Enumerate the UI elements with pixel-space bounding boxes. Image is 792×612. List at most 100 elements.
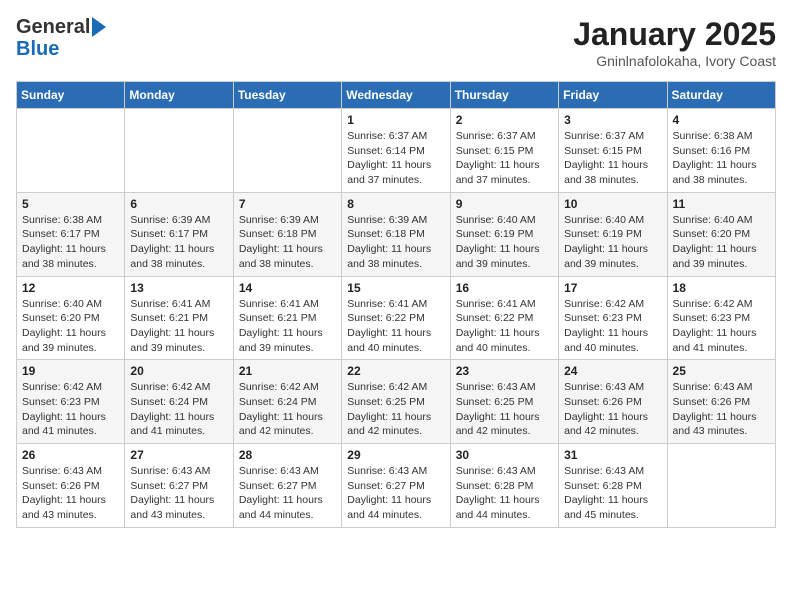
calendar-week-row: 5 Sunrise: 6:38 AMSunset: 6:17 PMDaylight… bbox=[17, 192, 776, 276]
calendar-day-header: Wednesday bbox=[342, 82, 450, 109]
day-info: Sunrise: 6:39 AMSunset: 6:18 PMDaylight:… bbox=[239, 213, 336, 272]
calendar-week-row: 12 Sunrise: 6:40 AMSunset: 6:20 PMDayligh… bbox=[17, 276, 776, 360]
calendar-cell: 11 Sunrise: 6:40 AMSunset: 6:20 PMDayligh… bbox=[667, 192, 775, 276]
calendar-week-row: 26Sunrise: 6:43 AMSunset: 6:26 PMDayligh… bbox=[17, 444, 776, 528]
day-info: Sunrise: 6:42 AMSunset: 6:23 PMDaylight:… bbox=[564, 297, 661, 356]
day-number: 1 bbox=[347, 113, 444, 127]
day-info: Sunrise: 6:43 AMSunset: 6:27 PMDaylight:… bbox=[239, 464, 336, 523]
location-text: Gninlnafolokaha, Ivory Coast bbox=[573, 53, 776, 69]
day-info: Sunrise: 6:43 AMSunset: 6:28 PMDaylight:… bbox=[456, 464, 553, 523]
day-number: 20 bbox=[130, 364, 227, 378]
calendar-cell: 14Sunrise: 6:41 AMSunset: 6:21 PMDayligh… bbox=[233, 276, 341, 360]
calendar-cell: 18 Sunrise: 6:42 AMSunset: 6:23 PMDayligh… bbox=[667, 276, 775, 360]
calendar-cell: 30Sunrise: 6:43 AMSunset: 6:28 PMDayligh… bbox=[450, 444, 558, 528]
day-info: Sunrise: 6:42 AMSunset: 6:25 PMDaylight:… bbox=[347, 380, 444, 439]
day-info: Sunrise: 6:41 AMSunset: 6:21 PMDaylight:… bbox=[239, 297, 336, 356]
day-number: 9 bbox=[456, 197, 553, 211]
day-info: Sunrise: 6:43 AMSunset: 6:25 PMDaylight:… bbox=[456, 380, 553, 439]
day-info: Sunrise: 6:41 AMSunset: 6:21 PMDaylight:… bbox=[130, 297, 227, 356]
calendar-week-row: 1 Sunrise: 6:37 AMSunset: 6:14 PMDaylight… bbox=[17, 109, 776, 193]
logo: General Blue bbox=[16, 16, 106, 61]
calendar-cell: 15 Sunrise: 6:41 AMSunset: 6:22 PMDayligh… bbox=[342, 276, 450, 360]
day-number: 10 bbox=[564, 197, 661, 211]
day-number: 17 bbox=[564, 281, 661, 295]
day-number: 18 bbox=[673, 281, 770, 295]
day-info: Sunrise: 6:39 AMSunset: 6:17 PMDaylight:… bbox=[130, 213, 227, 272]
calendar-cell: 9 Sunrise: 6:40 AMSunset: 6:19 PMDaylight… bbox=[450, 192, 558, 276]
day-info: Sunrise: 6:43 AMSunset: 6:26 PMDaylight:… bbox=[22, 464, 119, 523]
calendar-cell: 16Sunrise: 6:41 AMSunset: 6:22 PMDayligh… bbox=[450, 276, 558, 360]
calendar-cell bbox=[17, 109, 125, 193]
calendar-cell: 22 Sunrise: 6:42 AMSunset: 6:25 PMDayligh… bbox=[342, 360, 450, 444]
calendar-cell bbox=[125, 109, 233, 193]
calendar-day-header: Friday bbox=[559, 82, 667, 109]
title-section: January 2025 Gninlnafolokaha, Ivory Coas… bbox=[573, 16, 776, 69]
calendar-cell: 10 Sunrise: 6:40 AMSunset: 6:19 PMDayligh… bbox=[559, 192, 667, 276]
day-number: 24 bbox=[564, 364, 661, 378]
day-number: 31 bbox=[564, 448, 661, 462]
day-info: Sunrise: 6:40 AMSunset: 6:20 PMDaylight:… bbox=[673, 213, 770, 272]
day-number: 4 bbox=[673, 113, 770, 127]
page-header: General Blue January 2025 Gninlnafolokah… bbox=[16, 16, 776, 69]
day-number: 15 bbox=[347, 281, 444, 295]
calendar-cell: 1 Sunrise: 6:37 AMSunset: 6:14 PMDaylight… bbox=[342, 109, 450, 193]
calendar-cell: 7 Sunrise: 6:39 AMSunset: 6:18 PMDaylight… bbox=[233, 192, 341, 276]
day-number: 21 bbox=[239, 364, 336, 378]
calendar-day-header: Thursday bbox=[450, 82, 558, 109]
day-info: Sunrise: 6:37 AMSunset: 6:15 PMDaylight:… bbox=[456, 129, 553, 188]
calendar-day-header: Sunday bbox=[17, 82, 125, 109]
day-info: Sunrise: 6:38 AMSunset: 6:17 PMDaylight:… bbox=[22, 213, 119, 272]
calendar-cell: 25Sunrise: 6:43 AMSunset: 6:26 PMDayligh… bbox=[667, 360, 775, 444]
day-number: 6 bbox=[130, 197, 227, 211]
day-info: Sunrise: 6:42 AMSunset: 6:23 PMDaylight:… bbox=[673, 297, 770, 356]
day-info: Sunrise: 6:37 AMSunset: 6:15 PMDaylight:… bbox=[564, 129, 661, 188]
day-number: 28 bbox=[239, 448, 336, 462]
day-number: 22 bbox=[347, 364, 444, 378]
month-title: January 2025 bbox=[573, 16, 776, 53]
calendar-cell: 24 Sunrise: 6:43 AMSunset: 6:26 PMDayligh… bbox=[559, 360, 667, 444]
calendar-day-header: Saturday bbox=[667, 82, 775, 109]
day-info: Sunrise: 6:41 AMSunset: 6:22 PMDaylight:… bbox=[347, 297, 444, 356]
calendar-cell: 19Sunrise: 6:42 AMSunset: 6:23 PMDayligh… bbox=[17, 360, 125, 444]
day-info: Sunrise: 6:40 AMSunset: 6:19 PMDaylight:… bbox=[564, 213, 661, 272]
calendar-cell: 17 Sunrise: 6:42 AMSunset: 6:23 PMDayligh… bbox=[559, 276, 667, 360]
calendar-cell: 28 Sunrise: 6:43 AMSunset: 6:27 PMDayligh… bbox=[233, 444, 341, 528]
calendar-cell: 31 Sunrise: 6:43 AMSunset: 6:28 PMDayligh… bbox=[559, 444, 667, 528]
day-number: 11 bbox=[673, 197, 770, 211]
day-info: Sunrise: 6:43 AMSunset: 6:27 PMDaylight:… bbox=[347, 464, 444, 523]
day-info: Sunrise: 6:40 AMSunset: 6:20 PMDaylight:… bbox=[22, 297, 119, 356]
calendar-header-row: SundayMondayTuesdayWednesdayThursdayFrid… bbox=[17, 82, 776, 109]
day-info: Sunrise: 6:43 AMSunset: 6:28 PMDaylight:… bbox=[564, 464, 661, 523]
day-number: 13 bbox=[130, 281, 227, 295]
day-info: Sunrise: 6:41 AMSunset: 6:22 PMDaylight:… bbox=[456, 297, 553, 356]
calendar-cell bbox=[233, 109, 341, 193]
calendar-week-row: 19Sunrise: 6:42 AMSunset: 6:23 PMDayligh… bbox=[17, 360, 776, 444]
day-number: 12 bbox=[22, 281, 119, 295]
day-number: 23 bbox=[456, 364, 553, 378]
calendar-cell: 6 Sunrise: 6:39 AMSunset: 6:17 PMDaylight… bbox=[125, 192, 233, 276]
day-number: 8 bbox=[347, 197, 444, 211]
calendar-cell: 4 Sunrise: 6:38 AMSunset: 6:16 PMDaylight… bbox=[667, 109, 775, 193]
day-info: Sunrise: 6:37 AMSunset: 6:14 PMDaylight:… bbox=[347, 129, 444, 188]
calendar-cell: 8Sunrise: 6:39 AMSunset: 6:18 PMDaylight… bbox=[342, 192, 450, 276]
day-info: Sunrise: 6:43 AMSunset: 6:26 PMDaylight:… bbox=[564, 380, 661, 439]
day-number: 7 bbox=[239, 197, 336, 211]
logo-blue-text: Blue bbox=[16, 38, 59, 60]
day-number: 3 bbox=[564, 113, 661, 127]
calendar-cell: 20Sunrise: 6:42 AMSunset: 6:24 PMDayligh… bbox=[125, 360, 233, 444]
day-info: Sunrise: 6:43 AMSunset: 6:26 PMDaylight:… bbox=[673, 380, 770, 439]
calendar-day-header: Monday bbox=[125, 82, 233, 109]
day-info: Sunrise: 6:38 AMSunset: 6:16 PMDaylight:… bbox=[673, 129, 770, 188]
logo-general-text: General bbox=[16, 16, 90, 38]
day-number: 29 bbox=[347, 448, 444, 462]
logo-arrow-icon bbox=[92, 17, 106, 37]
day-number: 19 bbox=[22, 364, 119, 378]
calendar-cell: 29 Sunrise: 6:43 AMSunset: 6:27 PMDayligh… bbox=[342, 444, 450, 528]
day-number: 5 bbox=[22, 197, 119, 211]
calendar-cell bbox=[667, 444, 775, 528]
calendar-cell: 23 Sunrise: 6:43 AMSunset: 6:25 PMDayligh… bbox=[450, 360, 558, 444]
calendar-day-header: Tuesday bbox=[233, 82, 341, 109]
calendar-cell: 27Sunrise: 6:43 AMSunset: 6:27 PMDayligh… bbox=[125, 444, 233, 528]
day-info: Sunrise: 6:40 AMSunset: 6:19 PMDaylight:… bbox=[456, 213, 553, 272]
calendar-cell: 13 Sunrise: 6:41 AMSunset: 6:21 PMDayligh… bbox=[125, 276, 233, 360]
